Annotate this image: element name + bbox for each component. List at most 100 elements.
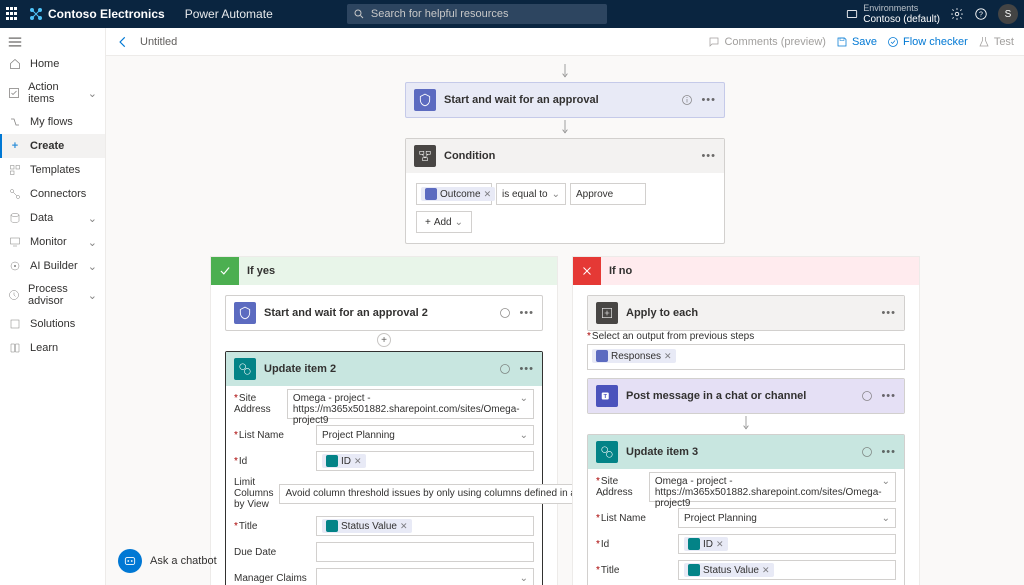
more-icon[interactable]: ••• xyxy=(519,363,534,375)
hamburger-icon[interactable] xyxy=(0,32,105,52)
flow-title[interactable]: Untitled xyxy=(140,36,177,48)
sidebar-item-process-advisor[interactable]: Process advisor⌄ xyxy=(0,278,105,312)
arrow-icon xyxy=(741,414,751,434)
if-yes-header[interactable]: If yes xyxy=(211,257,557,285)
search-input[interactable] xyxy=(347,4,607,24)
plus-icon: + xyxy=(8,139,22,153)
sidebar-item-my-flows[interactable]: My flows xyxy=(0,110,105,134)
flow-icon xyxy=(8,115,22,129)
chatbot-button[interactable]: Ask a chatbot xyxy=(118,549,217,573)
sidebar-item-learn[interactable]: Learn xyxy=(0,336,105,360)
id-input[interactable]: ID✕ xyxy=(678,534,896,554)
post-message-card[interactable]: T Post message in a chat or channel ••• xyxy=(587,378,905,414)
condition-card[interactable]: Condition ••• Outcome✕ is equal to⌄ Appr… xyxy=(405,138,725,244)
sidebar-item-label: Templates xyxy=(30,164,80,176)
prev-steps-input[interactable]: Responses✕ xyxy=(587,344,905,370)
info-icon[interactable] xyxy=(861,446,873,458)
info-icon[interactable] xyxy=(499,307,511,319)
condition-value-input[interactable]: Approve xyxy=(570,183,646,205)
approval2-card[interactable]: Start and wait for an approval 2 ••• xyxy=(225,295,543,331)
sharepoint-icon xyxy=(234,358,256,380)
remove-token-icon[interactable]: ✕ xyxy=(762,565,770,576)
more-icon[interactable]: ••• xyxy=(881,390,896,402)
remove-token-icon[interactable]: ✕ xyxy=(664,351,672,362)
id-input[interactable]: ID✕ xyxy=(316,451,534,471)
prev-steps-label: Select an output from previous steps xyxy=(592,331,754,342)
site-address-input[interactable]: Omega - project - https://m365x501882.sh… xyxy=(287,389,534,419)
settings-icon[interactable] xyxy=(950,7,964,21)
sidebar-item-label: Learn xyxy=(30,342,58,354)
approval-card[interactable]: Start and wait for an approval ••• xyxy=(405,82,725,118)
app-launcher-icon[interactable] xyxy=(6,7,20,21)
env-label: Environments xyxy=(863,3,940,14)
sidebar-item-templates[interactable]: Templates xyxy=(0,158,105,182)
help-icon[interactable]: ? xyxy=(974,7,988,21)
more-icon[interactable]: ••• xyxy=(701,94,716,106)
sidebar-item-create[interactable]: +Create xyxy=(0,134,105,158)
limit-columns-input[interactable]: Avoid column threshold issues by only us… xyxy=(279,484,613,504)
sidebar-item-ai-builder[interactable]: AI Builder⌄ xyxy=(0,254,105,278)
test-button[interactable]: Test xyxy=(978,36,1014,48)
book-icon xyxy=(8,341,22,355)
more-icon[interactable]: ••• xyxy=(701,150,716,162)
teams-icon: T xyxy=(596,385,618,407)
site-address-input[interactable]: Omega - project - https://m365x501882.sh… xyxy=(649,472,896,502)
more-icon[interactable]: ••• xyxy=(519,307,534,319)
more-icon[interactable]: ••• xyxy=(881,307,896,319)
sidebar-item-solutions[interactable]: Solutions xyxy=(0,312,105,336)
arrow-icon: + xyxy=(379,331,389,351)
more-icon[interactable]: ••• xyxy=(881,446,896,458)
branch-label: If no xyxy=(609,265,632,277)
sidebar-item-action-items[interactable]: Action items⌄ xyxy=(0,76,105,110)
list-name-input[interactable]: Project Planning⌄ xyxy=(316,425,534,445)
condition-left-input[interactable]: Outcome✕ xyxy=(416,183,492,205)
if-no-header[interactable]: If no xyxy=(573,257,919,285)
update-item-3-card[interactable]: Update item 3 ••• *Site AddressOmega - p… xyxy=(587,434,905,585)
sidebar: Home Action items⌄ My flows +Create Temp… xyxy=(0,28,106,585)
flow-checker-button[interactable]: Flow checker xyxy=(887,36,968,48)
sidebar-item-label: My flows xyxy=(30,116,73,128)
remove-token-icon[interactable]: ✕ xyxy=(400,521,408,532)
sidebar-item-home[interactable]: Home xyxy=(0,52,105,76)
if-yes-branch: If yes Start and wait for an approval 2 … xyxy=(210,256,558,585)
environment-picker[interactable]: Environments Contoso (default) xyxy=(845,3,940,25)
data-icon xyxy=(8,211,22,225)
product-name[interactable]: Power Automate xyxy=(185,7,273,21)
title-input[interactable]: Status Value✕ xyxy=(678,560,896,580)
comments-button[interactable]: Comments (preview) xyxy=(708,36,825,48)
title-input[interactable]: Status Value✕ xyxy=(316,516,534,536)
condition-operator-select[interactable]: is equal to⌄ xyxy=(496,183,566,205)
checklist-icon xyxy=(8,86,20,100)
remove-token-icon[interactable]: ✕ xyxy=(484,189,492,200)
brand-logo: Contoso Electronics xyxy=(28,6,165,22)
if-no-branch: If no Apply to each ••• *Sele xyxy=(572,256,920,585)
list-name-input[interactable]: Project Planning⌄ xyxy=(678,508,896,528)
chatbot-label: Ask a chatbot xyxy=(150,555,217,567)
info-icon[interactable] xyxy=(861,390,873,402)
info-icon[interactable] xyxy=(681,94,693,106)
insert-step-button[interactable]: + xyxy=(377,333,391,347)
close-icon xyxy=(573,257,601,285)
branch-label: If yes xyxy=(247,265,275,277)
manager-claims-input[interactable]: ⌄ xyxy=(316,568,534,585)
env-name: Contoso (default) xyxy=(863,14,940,25)
info-icon[interactable] xyxy=(499,363,511,375)
sidebar-item-data[interactable]: Data⌄ xyxy=(0,206,105,230)
apply-to-each-card[interactable]: Apply to each ••• xyxy=(587,295,905,331)
svg-text:T: T xyxy=(603,394,607,400)
back-button[interactable] xyxy=(116,35,130,49)
svg-text:?: ? xyxy=(979,11,983,18)
due-date-input[interactable] xyxy=(316,542,534,562)
update-item-2-card[interactable]: Update item 2 ••• *Site AddressOmega - p… xyxy=(225,351,543,585)
remove-token-icon[interactable]: ✕ xyxy=(716,539,724,550)
save-button[interactable]: Save xyxy=(836,36,877,48)
remove-token-icon[interactable]: ✕ xyxy=(354,456,362,467)
sidebar-item-monitor[interactable]: Monitor⌄ xyxy=(0,230,105,254)
avatar[interactable]: S xyxy=(998,4,1018,24)
sidebar-item-connectors[interactable]: Connectors xyxy=(0,182,105,206)
add-condition-button[interactable]: +Add⌄ xyxy=(416,211,472,233)
search-wrapper xyxy=(347,4,607,24)
approval-icon xyxy=(234,302,256,324)
chevron-down-icon: ⌄ xyxy=(88,212,97,225)
flow-canvas[interactable]: Start and wait for an approval ••• Condi… xyxy=(106,56,1024,585)
